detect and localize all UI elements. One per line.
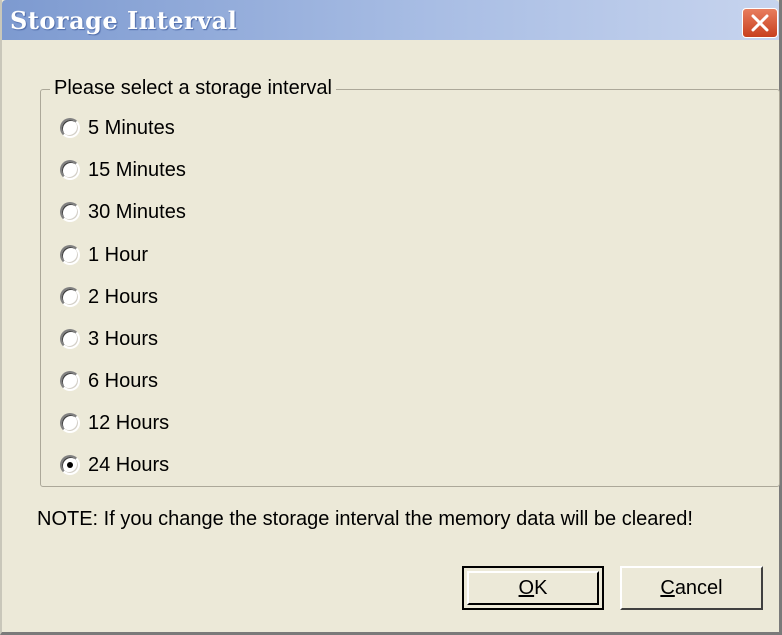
radio-button[interactable]	[60, 287, 80, 307]
radio-button-selected[interactable]	[60, 455, 80, 475]
radio-label[interactable]: 15 Minutes	[88, 159, 186, 182]
ok-label-rest: K	[534, 577, 548, 599]
groupbox-legend: Please select a storage interval	[50, 76, 336, 100]
radio-option-12-hours[interactable]: 12 Hours	[60, 408, 169, 438]
radio-option-3-hours[interactable]: 3 Hours	[60, 324, 158, 354]
radio-option-2-hours[interactable]: 2 Hours	[60, 282, 158, 312]
radio-button[interactable]	[60, 118, 80, 138]
warning-note: NOTE: If you change the storage interval…	[37, 508, 693, 530]
radio-button[interactable]	[60, 202, 80, 222]
radio-button[interactable]	[60, 413, 80, 433]
radio-button[interactable]	[60, 160, 80, 180]
radio-label[interactable]: 12 Hours	[88, 412, 169, 435]
storage-interval-dialog: Storage Interval Please select a storage…	[0, 0, 782, 635]
ok-button[interactable]: OK	[462, 566, 604, 610]
radio-option-6-hours[interactable]: 6 Hours	[60, 366, 158, 396]
radio-label[interactable]: 2 Hours	[88, 286, 158, 309]
radio-option-24-hours[interactable]: 24 Hours	[60, 450, 169, 480]
ok-button-label: OK	[519, 577, 548, 599]
radio-button[interactable]	[60, 371, 80, 391]
radio-option-1-hour[interactable]: 1 Hour	[60, 240, 148, 270]
title-bar[interactable]: Storage Interval	[2, 0, 779, 40]
radio-option-5-minutes[interactable]: 5 Minutes	[60, 113, 175, 143]
cancel-button[interactable]: Cancel	[620, 566, 763, 610]
radio-label[interactable]: 30 Minutes	[88, 201, 186, 224]
cancel-label-rest: ancel	[674, 577, 723, 599]
cancel-mnemonic: C	[660, 577, 675, 599]
radio-label[interactable]: 1 Hour	[88, 244, 148, 267]
radio-option-30-minutes[interactable]: 30 Minutes	[60, 197, 186, 227]
radio-button[interactable]	[60, 245, 80, 265]
ok-mnemonic: O	[518, 577, 535, 599]
close-button[interactable]	[742, 8, 778, 38]
window-title: Storage Interval	[10, 6, 238, 35]
radio-label[interactable]: 3 Hours	[88, 328, 158, 351]
radio-button[interactable]	[60, 329, 80, 349]
close-icon	[751, 14, 769, 32]
radio-label[interactable]: 5 Minutes	[88, 117, 175, 140]
radio-option-15-minutes[interactable]: 15 Minutes	[60, 155, 186, 185]
radio-label[interactable]: 6 Hours	[88, 370, 158, 393]
cancel-button-label: Cancel	[660, 577, 722, 599]
radio-label[interactable]: 24 Hours	[88, 454, 169, 477]
